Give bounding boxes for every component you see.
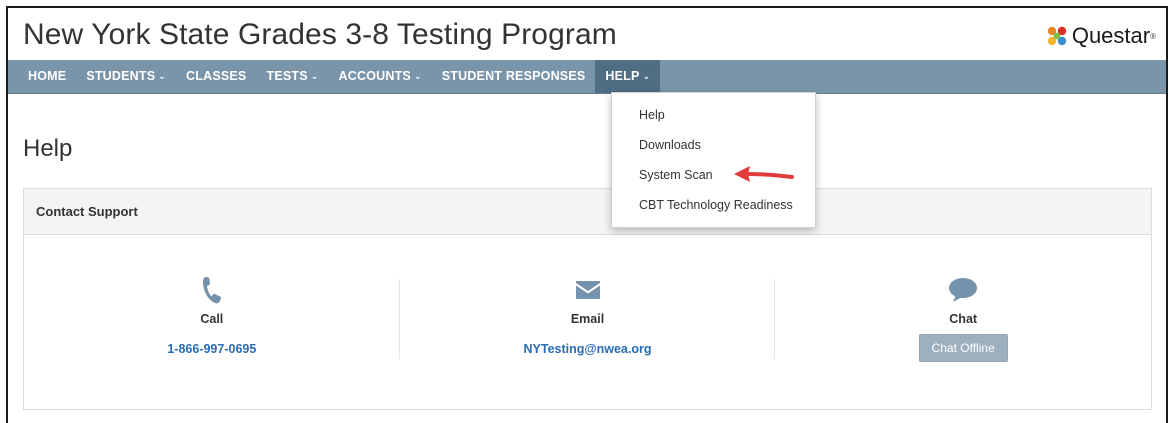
contact-options: Call 1-866-997-0695 Email NYTesting@nwea… <box>24 234 1151 409</box>
chevron-down-icon: ⌄ <box>642 71 651 81</box>
questar-logo[interactable]: Questar ® <box>1046 22 1156 50</box>
app-title: New York State Grades 3-8 Testing Progra… <box>23 18 617 51</box>
nav-accounts[interactable]: ACCOUNTS ⌄ <box>329 60 432 93</box>
red-arrow-annotation <box>734 166 794 182</box>
phone-number-link[interactable]: 1-866-997-0695 <box>167 342 256 356</box>
nav-students[interactable]: STUDENTS ⌄ <box>76 60 176 93</box>
nav-student-responses-label: STUDENT RESPONSES <box>441 69 586 83</box>
nav-tests-label: TESTS <box>266 69 308 83</box>
logo-text: Questar <box>1071 23 1151 48</box>
chat-label: Chat <box>949 312 978 326</box>
contact-support-panel: Contact Support Call 1-866-997-0695 Emai… <box>23 188 1152 410</box>
menu-item-downloads[interactable]: Downloads <box>639 138 701 152</box>
help-dropdown-menu: Help Downloads System Scan CBT Technolog… <box>611 92 816 228</box>
nav-home[interactable]: HOME <box>8 60 76 93</box>
contact-chat: Chat Chat Offline <box>775 234 1151 409</box>
menu-item-help[interactable]: Help <box>639 108 665 122</box>
menu-item-cbt-technology-readiness[interactable]: CBT Technology Readiness <box>639 198 793 212</box>
panel-title: Contact Support <box>24 189 1151 235</box>
app-frame: New York State Grades 3-8 Testing Progra… <box>6 6 1168 423</box>
nav-students-label: STUDENTS <box>86 69 156 83</box>
phone-icon <box>202 277 221 304</box>
nav-help[interactable]: HELP ⌄ <box>595 60 661 93</box>
logo-registered-mark: ® <box>1150 31 1156 41</box>
nav-classes-label: CLASSES <box>186 69 247 83</box>
menu-item-system-scan[interactable]: System Scan <box>639 168 713 182</box>
chevron-down-icon: ⌄ <box>158 71 167 81</box>
chevron-down-icon: ⌄ <box>310 71 319 81</box>
envelope-icon <box>575 281 600 299</box>
nav-home-label: HOME <box>28 69 67 83</box>
call-label: Call <box>200 312 224 326</box>
chat-offline-button[interactable]: Chat Offline <box>918 334 1008 362</box>
chat-bubble-icon <box>949 278 978 302</box>
nav-tests[interactable]: TESTS ⌄ <box>256 60 328 93</box>
questar-logo-icon <box>1047 26 1067 46</box>
main-nav: HOME STUDENTS ⌄ CLASSES TESTS ⌄ ACCOUNTS ⌄ … <box>8 60 1166 94</box>
nav-help-label: HELP <box>605 69 640 83</box>
nav-student-responses[interactable]: STUDENT RESPONSES <box>432 60 596 93</box>
email-label: Email <box>570 312 605 326</box>
contact-call: Call 1-866-997-0695 <box>24 234 400 409</box>
email-link[interactable]: NYTesting@nwea.org <box>524 342 652 356</box>
header: New York State Grades 3-8 Testing Progra… <box>8 8 1166 60</box>
contact-email: Email NYTesting@nwea.org <box>400 234 776 409</box>
nav-classes[interactable]: CLASSES <box>176 60 256 93</box>
chevron-down-icon: ⌄ <box>413 71 422 81</box>
nav-accounts-label: ACCOUNTS <box>338 69 411 83</box>
page-title: Help <box>23 135 73 162</box>
